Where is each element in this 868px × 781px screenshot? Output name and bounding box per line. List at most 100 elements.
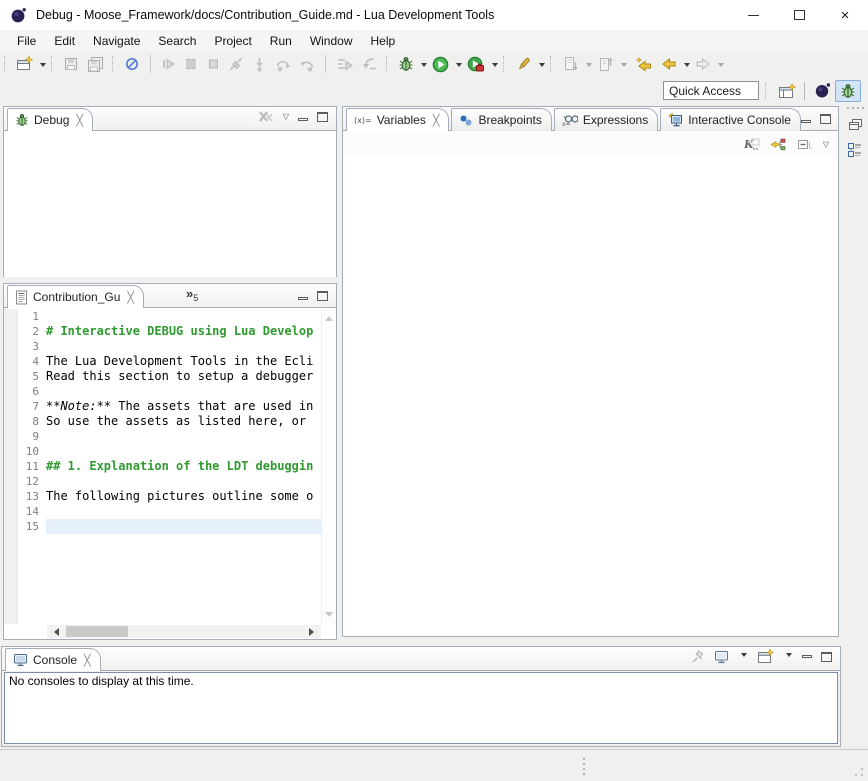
menu-navigate[interactable]: Navigate — [84, 32, 149, 50]
toolbar-drag-handle[interactable] — [386, 56, 389, 72]
code-line-heading: # Interactive DEBUG using Lua Develop — [46, 324, 321, 339]
menu-search[interactable]: Search — [149, 32, 205, 50]
tab-expressions[interactable]: x= Expressions — [554, 108, 658, 131]
open-console-icon[interactable] — [757, 649, 774, 664]
external-tools-dropdown[interactable] — [492, 63, 498, 70]
debug-button[interactable] — [394, 53, 418, 75]
window-minimize-button[interactable] — [730, 0, 776, 30]
hidden-editors-chevron[interactable]: »5 — [186, 286, 198, 307]
display-selected-console-dropdown[interactable] — [741, 653, 747, 660]
view-bar-drag-handle[interactable] — [842, 107, 868, 109]
editor-panel: Contribution_Gu ╳ »5 1 2 3 4 5 6 7 8 9 1… — [3, 283, 337, 640]
menu-run[interactable]: Run — [261, 32, 301, 50]
window-maximize-button[interactable] — [776, 0, 822, 30]
toolbar-drag-handle[interactable] — [503, 56, 506, 72]
external-tools-button[interactable] — [463, 53, 489, 75]
drop-to-frame-button — [357, 53, 382, 75]
console-message: No consoles to display at this time. — [9, 674, 194, 688]
debug-view-panel: Debug ╳ ▽ — [3, 106, 337, 277]
toolbar-drag-handle[interactable] — [4, 56, 7, 72]
lua-perspective-button[interactable] — [809, 80, 835, 102]
skip-all-breakpoints-button[interactable] — [120, 53, 144, 75]
last-edit-location-button[interactable] — [632, 53, 657, 75]
tab-variables-close-icon[interactable]: ╳ — [433, 114, 440, 127]
variables-content[interactable] — [343, 159, 838, 636]
toolbar-drag-handle[interactable] — [765, 83, 768, 99]
pen-marker-button[interactable] — [511, 53, 536, 75]
disconnect-button — [224, 53, 248, 75]
editor-maximize-icon[interactable] — [317, 291, 328, 301]
run-dropdown[interactable] — [456, 63, 462, 70]
horizontal-scroll-thumb[interactable] — [66, 626, 128, 637]
scroll-right-icon[interactable] — [309, 628, 318, 636]
tab-debug-close-icon[interactable]: ╳ — [76, 114, 83, 127]
window-resize-grip[interactable] — [854, 767, 864, 777]
window-close-button[interactable]: × — [822, 0, 868, 30]
variables-view-menu-icon[interactable]: ▽ — [823, 141, 829, 149]
restore-view-icon[interactable] — [844, 113, 866, 135]
new-wizard-button[interactable] — [12, 53, 37, 75]
collapse-all-icon[interactable] — [797, 137, 813, 152]
debug-view-content[interactable] — [4, 131, 336, 277]
pen-marker-dropdown[interactable] — [539, 63, 545, 70]
console-content[interactable]: No consoles to display at this time. — [4, 672, 838, 744]
save-button — [59, 53, 83, 75]
code-line — [46, 504, 321, 519]
remove-all-terminated-icon — [258, 110, 274, 124]
tab-interactive-console[interactable]: Interactive Console — [660, 108, 801, 131]
tab-variables-label: Variables — [377, 113, 426, 127]
minimized-view-bar — [842, 104, 868, 647]
back-button[interactable] — [657, 53, 681, 75]
tab-variables[interactable]: (x)= Variables ╳ — [346, 108, 449, 131]
variables-maximize-icon[interactable] — [820, 114, 831, 124]
variables-icon: (x)= — [354, 116, 372, 125]
outline-view-icon[interactable] — [844, 139, 866, 161]
tab-console-label: Console — [33, 653, 77, 667]
debug-view-minimize-icon[interactable] — [298, 118, 308, 121]
editor-code-area[interactable]: 1 2 3 4 5 6 7 8 9 10 11 12 13 14 15 # In… — [4, 309, 336, 624]
menu-file[interactable]: File — [8, 32, 45, 50]
debug-perspective-button[interactable] — [835, 80, 861, 102]
debug-dropdown[interactable] — [421, 63, 427, 70]
terminate-button — [202, 53, 224, 75]
console-maximize-icon[interactable] — [821, 652, 832, 662]
tab-breakpoints[interactable]: Breakpoints — [451, 108, 551, 131]
scroll-up-icon[interactable] — [325, 312, 333, 321]
display-selected-console-icon[interactable] — [714, 650, 729, 664]
menu-window[interactable]: Window — [301, 32, 362, 50]
editor-minimize-icon[interactable] — [298, 297, 308, 300]
console-tabrow: Console ╳ — [2, 647, 840, 671]
tab-console-close-icon[interactable]: ╳ — [84, 654, 91, 667]
tab-contribution-guide-close-icon[interactable]: ╳ — [127, 291, 134, 304]
code-line: **Note:** The assets that are used in — [46, 399, 321, 414]
line-number-ruler[interactable]: 1 2 3 4 5 6 7 8 9 10 11 12 13 14 15 — [18, 309, 46, 624]
tab-console[interactable]: Console ╳ — [5, 648, 101, 671]
console-minimize-icon[interactable] — [802, 655, 812, 658]
show-type-names-icon[interactable]: K — [743, 137, 760, 152]
tab-contribution-guide[interactable]: Contribution_Gu ╳ — [7, 285, 144, 308]
variables-minimize-icon[interactable] — [801, 120, 811, 123]
annotation-ruler[interactable] — [4, 309, 18, 624]
menu-edit[interactable]: Edit — [45, 32, 84, 50]
open-perspective-button[interactable] — [774, 80, 800, 102]
toolbar-drag-handle[interactable] — [51, 56, 54, 72]
scroll-left-icon[interactable] — [50, 628, 59, 636]
debug-view-menu-icon[interactable]: ▽ — [283, 113, 289, 121]
tab-debug[interactable]: Debug ╳ — [7, 108, 93, 131]
menu-help[interactable]: Help — [362, 32, 405, 50]
menu-project[interactable]: Project — [205, 32, 260, 50]
toolbar-drag-handle[interactable] — [550, 56, 553, 72]
sash-drag-handle[interactable] — [583, 758, 585, 775]
save-all-button — [83, 53, 108, 75]
debug-view-maximize-icon[interactable] — [317, 112, 328, 122]
editor-horizontal-scrollbar[interactable] — [47, 625, 321, 638]
show-logical-structures-icon[interactable] — [770, 137, 787, 152]
new-wizard-dropdown[interactable] — [40, 63, 46, 70]
editor-vertical-scrollbar[interactable] — [321, 309, 336, 624]
toolbar-drag-handle[interactable] — [112, 56, 115, 72]
quick-access-input[interactable]: Quick Access — [663, 81, 759, 100]
open-console-dropdown[interactable] — [786, 653, 792, 660]
run-button[interactable] — [428, 53, 453, 75]
scroll-down-icon[interactable] — [325, 612, 333, 621]
back-dropdown[interactable] — [684, 63, 690, 70]
